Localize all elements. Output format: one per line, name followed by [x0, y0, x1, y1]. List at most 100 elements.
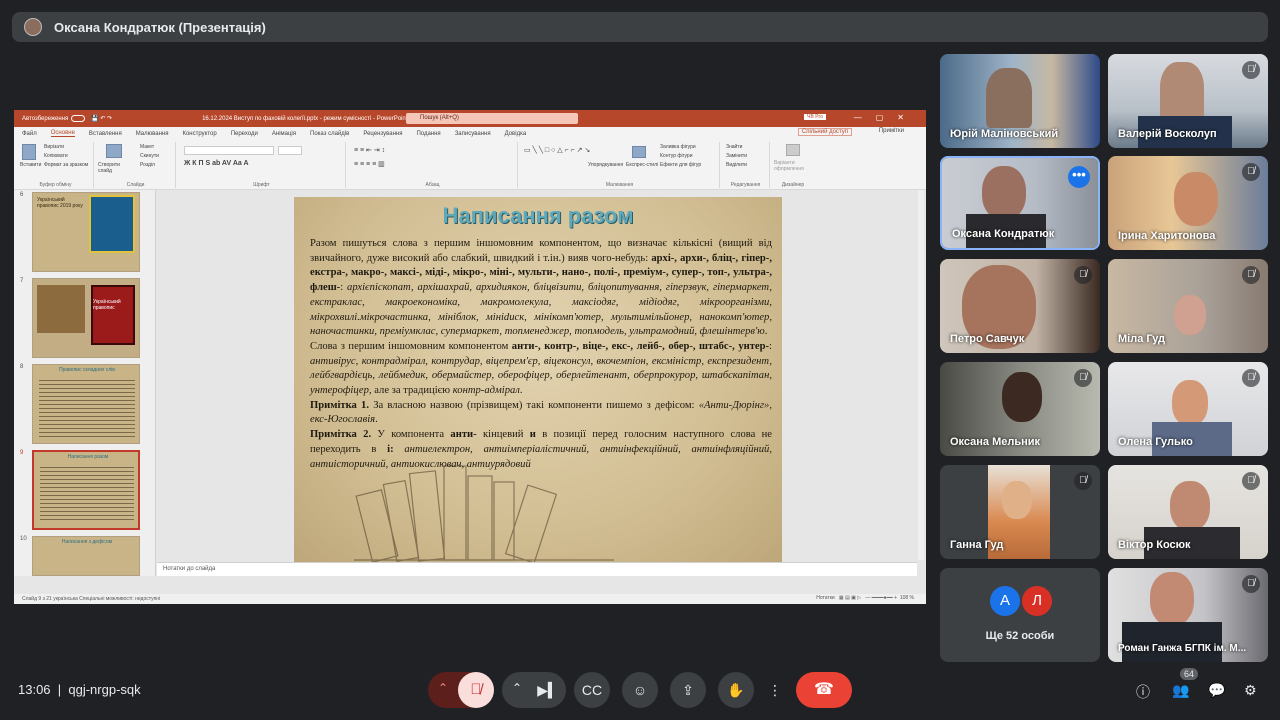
- current-slide[interactable]: Написання разом Разом пишуться слова з п…: [294, 197, 782, 562]
- font-name-box[interactable]: [184, 146, 274, 155]
- slide-thumbnail[interactable]: Написання з дефісом: [32, 536, 140, 576]
- participant-tile-active[interactable]: ••• Оксана Кондратюк: [940, 156, 1100, 250]
- present-button[interactable]: ⇪: [670, 672, 706, 708]
- shapes-gallery[interactable]: ▭ ╲ ╲ □ ○ △ ⌐ ⌐ ↗ ↘: [524, 146, 590, 154]
- font-size-box[interactable]: [278, 146, 302, 155]
- new-slide-label[interactable]: Створити слайд: [98, 162, 132, 174]
- shape-fill-button[interactable]: Заливка фігури: [660, 144, 696, 150]
- account-badge[interactable]: ЧВ Pro: [804, 114, 826, 120]
- copy-button[interactable]: Копіювати: [44, 153, 68, 159]
- camera-button[interactable]: ▶▍: [530, 672, 566, 708]
- format-painter-button[interactable]: Формат за зразком: [44, 162, 88, 168]
- list-buttons[interactable]: ≡ ≡ ⇤ ⇥ ↕: [354, 146, 385, 154]
- slide-thumbnail[interactable]: Правопис складних слів: [32, 364, 140, 444]
- share-button[interactable]: Спільний доступ: [797, 128, 852, 136]
- status-right: Нотатки ▦ ▤ ▣ ▷ — ━━━━●━━ + 108 %: [816, 595, 914, 601]
- menu-home[interactable]: Основне: [50, 130, 75, 137]
- designer-button[interactable]: Варіанти оформлення: [774, 160, 814, 172]
- leave-call-button[interactable]: ☎: [796, 672, 852, 708]
- align-buttons[interactable]: ≡ ≡ ≡ ≡ ▥: [354, 160, 385, 168]
- mic-options-chevron-icon[interactable]: ⌃: [438, 681, 448, 695]
- menu-design[interactable]: Конструктор: [182, 131, 216, 137]
- info-button[interactable]: ⓘ: [1136, 682, 1150, 702]
- mic-control-group: ⌃ 🎙̸: [428, 672, 494, 708]
- mic-off-button[interactable]: 🎙̸: [458, 672, 494, 708]
- menu-slideshow[interactable]: Показ слайдів: [310, 131, 349, 137]
- menu-file[interactable]: Файл: [22, 131, 37, 137]
- more-options-button[interactable]: ⋮: [760, 672, 790, 708]
- activities-icon: ⚙: [1244, 682, 1257, 698]
- mic-off-icon: 🎙̸: [1242, 369, 1260, 387]
- group-font: Ж К П S ab AV Aa A Шрифт: [178, 142, 346, 188]
- menu-animations[interactable]: Анімація: [272, 131, 296, 137]
- p1-examples: архієпіскопат, архішахрай, архидиякон, б…: [310, 282, 772, 338]
- participant-tile[interactable]: 🎙̸ Віктор Косюк: [1108, 465, 1268, 559]
- find-button[interactable]: Знайти: [726, 144, 742, 150]
- menu-draw[interactable]: Малювання: [136, 131, 169, 137]
- quick-styles-icon[interactable]: [632, 146, 646, 158]
- participant-tile[interactable]: Юрій Маліновський: [940, 54, 1100, 148]
- font-style-buttons[interactable]: Ж К П S ab AV Aa A: [184, 160, 249, 167]
- shape-outline-button[interactable]: Контур фігури: [660, 153, 692, 159]
- zoom-level[interactable]: 108 %: [900, 595, 914, 601]
- cut-button[interactable]: Вирізати: [44, 144, 64, 150]
- paste-icon[interactable]: [22, 144, 36, 160]
- menu-transitions[interactable]: Переходи: [231, 131, 258, 137]
- more-participants-tile[interactable]: A Л Ще 52 особи: [940, 568, 1100, 662]
- participant-tile[interactable]: 🎙̸ Ганна Гуд: [940, 465, 1100, 559]
- presenter-bar: Оксана Кондратюк (Презентація): [12, 12, 1268, 42]
- shape-effects-button[interactable]: Ефекти для фігур: [660, 162, 701, 168]
- camera-options-chevron-icon[interactable]: ⌃: [512, 681, 522, 695]
- group-label-slides: Слайди: [126, 182, 145, 188]
- ppt-search[interactable]: Пошук (Alt+Q): [406, 113, 578, 124]
- section-button[interactable]: Розділ: [140, 162, 155, 168]
- menu-insert[interactable]: Вставлення: [89, 131, 122, 137]
- replace-button[interactable]: Замінити: [726, 153, 747, 159]
- autosave-label: Автозбереження: [22, 115, 69, 122]
- people-button[interactable]: 👥 64: [1172, 668, 1199, 699]
- group-label-editing: Редагування: [730, 182, 761, 188]
- save-icon[interactable]: 💾 ↶ ↷: [91, 115, 112, 122]
- participant-tile[interactable]: 🎙̸ Міла Гуд: [1108, 259, 1268, 353]
- menu-help[interactable]: Довідка: [505, 131, 527, 137]
- raise-hand-button[interactable]: ✋: [718, 672, 754, 708]
- designer-icon[interactable]: [786, 144, 800, 156]
- participant-tile[interactable]: 🎙̸ Валерій Восколуп: [1108, 54, 1268, 148]
- thumb-number: 8: [20, 364, 24, 370]
- layout-button[interactable]: Макет: [140, 144, 154, 150]
- group-editing: Знайти Замінити Виділити Редагування: [722, 142, 770, 188]
- reactions-button[interactable]: ☺: [622, 672, 658, 708]
- participant-tile[interactable]: 🎙̸ Петро Савчук: [940, 259, 1100, 353]
- quick-styles-button[interactable]: Експрес-стилі: [626, 162, 658, 168]
- chat-button[interactable]: 💬: [1208, 682, 1225, 699]
- meeting-code: qgj-nrgp-sqk: [68, 682, 141, 697]
- participant-tile[interactable]: 🎙̸ Роман Ганжа БГПК ім. М...: [1108, 568, 1268, 662]
- comments-button[interactable]: Примітки: [879, 128, 904, 134]
- arrange-button[interactable]: Упорядкування: [588, 162, 623, 168]
- slide-scrollbar[interactable]: [918, 190, 924, 560]
- slide-thumbnail[interactable]: Український правопис: [32, 278, 140, 358]
- autosave-toggle[interactable]: [71, 115, 86, 122]
- select-button[interactable]: Виділити: [726, 162, 747, 168]
- new-slide-icon[interactable]: [106, 144, 122, 158]
- notes-pane[interactable]: Нотатки до слайда: [157, 562, 917, 576]
- participant-tile[interactable]: 🎙̸ Ірина Харитонова: [1108, 156, 1268, 250]
- more-options-icon[interactable]: •••: [1068, 166, 1090, 188]
- thumb-caption: Написання разом: [67, 454, 109, 460]
- paste-label[interactable]: Вставити: [20, 162, 41, 168]
- menu-record[interactable]: Записування: [455, 131, 491, 137]
- slide-thumbnail-selected[interactable]: Написання разом: [32, 450, 140, 530]
- reset-button[interactable]: Скинути: [140, 153, 159, 159]
- participant-tile[interactable]: 🎙̸ Олена Гулько: [1108, 362, 1268, 456]
- slide-thumbnail[interactable]: Український правопис 2019 року: [32, 192, 140, 272]
- activities-button[interactable]: ⚙: [1244, 682, 1257, 699]
- slide-body: Разом пишуться слова з першим іншомовним…: [310, 237, 772, 472]
- slide-note-2: Примітка 2. У компонента анти- кінцевий …: [310, 428, 772, 472]
- mic-off-icon: 🎙̸: [1242, 266, 1260, 284]
- captions-button[interactable]: CC: [574, 672, 610, 708]
- window-controls[interactable]: —▢✕: [854, 113, 918, 122]
- menu-view[interactable]: Подання: [416, 131, 440, 137]
- menu-review[interactable]: Рецензування: [363, 131, 402, 137]
- participant-tile[interactable]: 🎙̸ Оксана Мельник: [940, 362, 1100, 456]
- notes-toggle[interactable]: Нотатки: [816, 595, 834, 601]
